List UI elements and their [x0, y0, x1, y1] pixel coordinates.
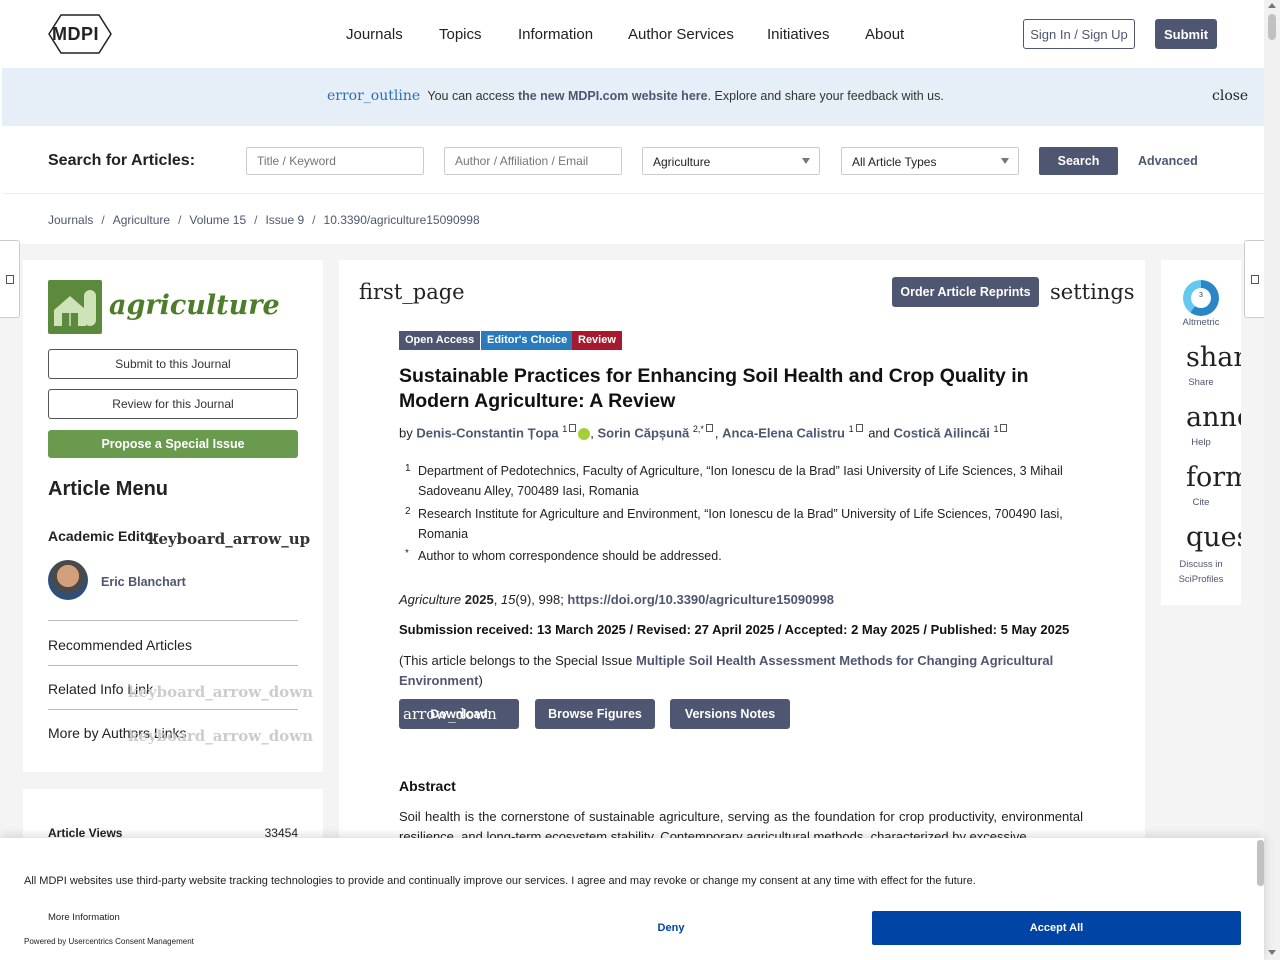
square-icon [1250, 274, 1259, 284]
search-label: Search for Articles: [48, 152, 196, 169]
article-content: first_page Order Article Reprints settin… [339, 260, 1145, 860]
dropdown-caret-icon [1001, 158, 1009, 164]
breadcrumb: Journals / Agriculture / Volume 15/Issue 9/1… [48, 213, 480, 227]
review-badge[interactable]: Review [572, 331, 622, 350]
square-icon [5, 274, 14, 284]
first-page-icon[interactable]: first_page [359, 280, 465, 304]
submit-to-journal-button[interactable]: Submit to this Journal [48, 349, 298, 379]
help-icon[interactable]: announcement [1186, 402, 1241, 433]
top-navigation: MDPI Journals Topics Information Author … [0, 0, 1264, 68]
nav-journals[interactable]: Journals [346, 26, 403, 43]
nav-about[interactable]: About [865, 26, 904, 43]
breadcrumb-journals[interactable]: Journals [48, 213, 93, 227]
journal-logo[interactable] [48, 280, 102, 334]
altmetric-badge-icon[interactable]: 3 [1183, 280, 1219, 316]
email-icon[interactable] [569, 424, 577, 432]
error-outline-icon: error_outline [327, 88, 421, 104]
author-link[interactable]: Sorin Căpșună [598, 425, 690, 440]
open-access-badge[interactable]: Open Access [399, 331, 481, 350]
author-link[interactable]: Denis-Constantin Țopa [416, 425, 558, 440]
mdpi-logo[interactable]: MDPI [47, 13, 113, 55]
article-dates: Submission received: 13 March 2025 / Rev… [399, 622, 1070, 637]
editor-name[interactable]: Eric Blanchart [101, 575, 186, 589]
journal-select[interactable]: Agriculture [642, 147, 820, 175]
chevron-down-icon[interactable]: keyboard_arrow_down [128, 727, 313, 745]
share-label[interactable]: Share [1161, 377, 1241, 388]
new-website-link[interactable]: the new MDPI.com website here [518, 89, 708, 103]
article-sidebar: agriculture Submit to this Journal Revie… [23, 260, 323, 772]
academic-editor-label[interactable]: Academic Editor [48, 528, 158, 544]
email-icon[interactable] [1000, 424, 1008, 432]
article-tools-panel: 3 Altmetric share Share announcement Hel… [1161, 260, 1241, 605]
versions-notes-button[interactable]: Versions Notes [670, 699, 790, 729]
journal-name[interactable]: agriculture [109, 290, 280, 321]
right-side-tab[interactable] [1244, 240, 1264, 318]
sign-in-button[interactable]: Sign In / Sign Up [1023, 19, 1135, 49]
accept-all-button[interactable]: Accept All [872, 911, 1241, 945]
scroll-down-icon[interactable] [1268, 950, 1276, 955]
email-icon[interactable] [855, 424, 863, 432]
author-link[interactable]: Anca-Elena Calistru [722, 425, 845, 440]
article-type-select[interactable]: All Article Types [841, 147, 1019, 175]
cite-icon[interactable]: format_quote [1186, 462, 1241, 493]
mdpi-logo-text: MDPI [52, 24, 99, 44]
cookie-consent-banner: All MDPI websites use third-party websit… [0, 838, 1264, 960]
consent-text: All MDPI websites use third-party websit… [24, 875, 976, 887]
chevron-up-icon[interactable]: keyboard_arrow_up [148, 530, 310, 548]
breadcrumb-doi[interactable]: 10.3390/agriculture15090998 [324, 213, 480, 227]
breadcrumb-volume[interactable]: Volume 15 [189, 213, 246, 227]
deny-button[interactable]: Deny [555, 911, 787, 945]
recommended-articles-link[interactable]: Recommended Articles [48, 637, 192, 653]
consent-scrollbar[interactable] [1257, 840, 1264, 886]
powered-by-text: Powered by Usercentrics Consent Manageme… [24, 937, 194, 946]
orcid-icon[interactable] [578, 427, 591, 440]
author-affiliation-input[interactable] [444, 147, 622, 175]
editors-choice-badge[interactable]: Editor's Choice [481, 331, 574, 350]
nav-information[interactable]: Information [518, 26, 593, 43]
author-list: by Denis-Constantin Țopa 1, Sorin Căpșun… [399, 424, 1009, 440]
chevron-down-icon[interactable]: keyboard_arrow_down [128, 683, 313, 701]
scroll-thumb[interactable] [1268, 14, 1276, 40]
left-side-tab[interactable] [0, 240, 20, 318]
download-button[interactable]: Download arrow_down [399, 699, 519, 729]
citation: Agriculture 2025, 15(9), 998; https://do… [399, 592, 835, 607]
breadcrumb-agriculture[interactable]: Agriculture [113, 213, 170, 227]
article-title: Sustainable Practices for Enhancing Soil… [399, 365, 1029, 412]
breadcrumb-issue[interactable]: Issue 9 [265, 213, 304, 227]
browse-figures-button[interactable]: Browse Figures [535, 699, 655, 729]
review-for-journal-button[interactable]: Review for this Journal [48, 389, 298, 419]
nav-author-services[interactable]: Author Services [628, 26, 734, 43]
notice-banner: error_outline You can access the new MDP… [2, 68, 1264, 126]
email-icon[interactable] [705, 424, 713, 432]
altmetric-label[interactable]: Altmetric [1161, 317, 1241, 328]
article-menu-title: Article Menu [48, 478, 169, 500]
doi-link[interactable]: https://doi.org/10.3390/agriculture15090… [567, 592, 834, 607]
discuss-label[interactable]: Discuss in SciProfiles [1161, 557, 1241, 587]
nav-initiatives[interactable]: Initiatives [767, 26, 830, 43]
scroll-up-icon[interactable] [1268, 3, 1276, 8]
search-bar: Search for Articles: Agriculture All Art… [2, 126, 1264, 194]
advanced-search-link[interactable]: Advanced [1138, 154, 1198, 168]
discuss-icon[interactable]: question_answer [1186, 522, 1241, 553]
cite-label[interactable]: Cite [1161, 497, 1241, 508]
search-button[interactable]: Search [1039, 147, 1118, 175]
editor-avatar [48, 560, 88, 600]
order-reprints-button[interactable]: Order Article Reprints [892, 277, 1039, 307]
close-icon[interactable]: close [1212, 88, 1248, 104]
dropdown-caret-icon [802, 158, 810, 164]
page-scrollbar[interactable] [1264, 0, 1280, 960]
help-label[interactable]: Help [1161, 437, 1241, 448]
special-issue-note: (This article belongs to the Special Iss… [399, 653, 1054, 688]
submit-button[interactable]: Submit [1155, 19, 1217, 49]
more-information-link[interactable]: More Information [48, 912, 120, 923]
author-link[interactable]: Costică Ailincăi [894, 425, 990, 440]
settings-icon[interactable]: settings [1050, 280, 1135, 304]
title-keyword-input[interactable] [246, 147, 424, 175]
propose-special-issue-button[interactable]: Propose a Special Issue [48, 430, 298, 458]
abstract-heading: Abstract [399, 778, 456, 794]
arrow-down-icon: arrow_down [403, 705, 497, 723]
nav-topics[interactable]: Topics [439, 26, 482, 43]
share-icon[interactable]: share [1186, 342, 1241, 373]
